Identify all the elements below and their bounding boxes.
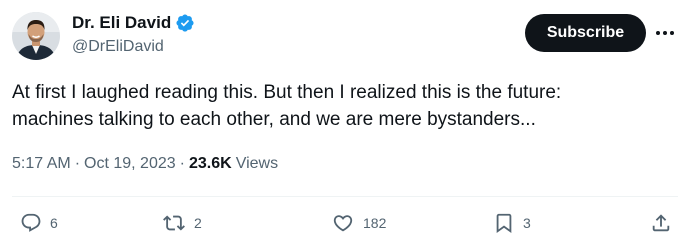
tweet-text: At first I laughed reading this. But the… — [12, 79, 672, 133]
bookmark-button[interactable]: 3 — [493, 212, 531, 234]
tweet-time[interactable]: 5:17 AM — [12, 155, 71, 173]
tweet-text-line: At first I laughed reading this. But the… — [12, 82, 562, 103]
like-count: 182 — [363, 215, 387, 231]
reply-button[interactable]: 6 — [20, 212, 58, 234]
author-handle[interactable]: @DrEliDavid — [72, 38, 164, 56]
author-display-name[interactable]: Dr. Eli David — [72, 13, 171, 33]
avatar-photo — [12, 12, 60, 60]
heart-icon — [333, 215, 353, 232]
retweet-icon — [163, 215, 185, 231]
views-label: Views — [235, 155, 279, 172]
views-count: 23.6K — [188, 155, 232, 172]
author-name-row: Dr. Eli David — [72, 13, 195, 33]
subscribe-button[interactable]: Subscribe — [525, 14, 646, 52]
meta-separator: · — [179, 155, 185, 172]
share-icon — [652, 214, 670, 232]
tweet-card: Dr. Eli David @DrEliDavid Subscribe At f… — [0, 0, 690, 248]
divider — [12, 196, 678, 197]
more-options-button[interactable] — [653, 22, 677, 44]
more-horizontal-icon — [656, 31, 674, 35]
bookmark-count: 3 — [523, 215, 531, 231]
tweet-date[interactable]: Oct 19, 2023 — [84, 155, 176, 173]
verified-badge-icon[interactable] — [175, 13, 195, 33]
like-button[interactable]: 182 — [331, 212, 386, 234]
reply-icon — [21, 213, 41, 232]
retweet-button[interactable]: 2 — [162, 212, 202, 234]
bookmark-icon — [496, 213, 512, 234]
tweet-text-line: machines talking to each other, and we a… — [12, 109, 536, 130]
retweet-count: 2 — [194, 215, 202, 231]
tweet-meta: 5:17 AM · Oct 19, 2023 · 23.6K Views — [12, 155, 278, 173]
meta-separator: · — [74, 155, 81, 172]
share-button[interactable] — [650, 212, 672, 234]
avatar[interactable] — [12, 12, 60, 60]
reply-count: 6 — [50, 215, 58, 231]
